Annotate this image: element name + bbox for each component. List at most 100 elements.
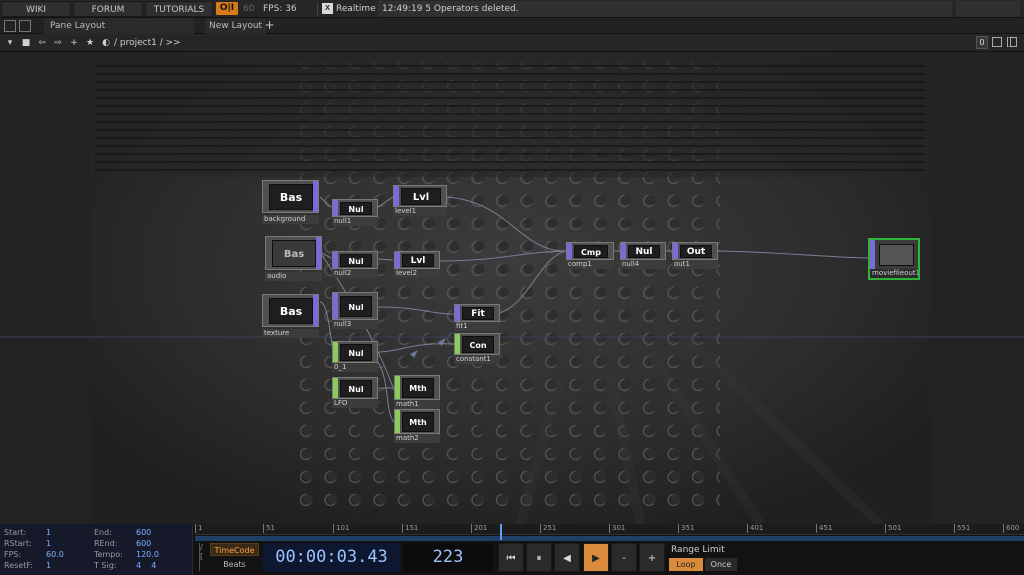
wiki-button[interactable]: WIKI <box>1 1 71 17</box>
timecode-mode-button[interactable]: TimeCode <box>210 543 259 556</box>
node-title <box>879 244 914 266</box>
frame-display[interactable]: 223 <box>403 543 493 572</box>
ruler-tick: 151 <box>402 524 418 533</box>
node-label[interactable]: null3 <box>332 320 378 329</box>
plus-icon[interactable]: + <box>67 36 81 50</box>
node-title: Bas <box>269 184 313 210</box>
realtime-label: Realtime <box>336 4 376 14</box>
node-face: Nul <box>620 242 666 260</box>
node-label[interactable]: level1 <box>393 207 447 216</box>
view-counter[interactable]: 0 <box>976 36 988 49</box>
node-face: Con <box>454 333 500 355</box>
parent-icon[interactable]: ◐ <box>99 36 113 50</box>
timeline-ruler[interactable]: 1 51 101 151 201 251 301 351 401 451 501… <box>195 524 1024 535</box>
rstart-key: RStart: <box>4 539 32 548</box>
node-label[interactable]: null2 <box>332 269 378 278</box>
node-family-strip <box>316 237 321 269</box>
start-value[interactable]: 1 <box>46 528 51 537</box>
fps-value[interactable]: 60.0 <box>46 550 64 559</box>
end-key: End: <box>94 528 112 537</box>
pane-expand-icon[interactable] <box>19 20 31 32</box>
pause-button[interactable]: ⏸ <box>526 543 552 572</box>
node-title: Nul <box>628 245 660 258</box>
maximize-icon[interactable] <box>992 37 1002 47</box>
tutorials-button[interactable]: TUTORIALS <box>145 1 213 17</box>
loop-button[interactable]: Loop <box>669 558 703 571</box>
realtime-checkbox[interactable]: x <box>322 3 333 14</box>
pane-split-icon[interactable] <box>4 20 16 32</box>
node-face: Fit <box>454 304 500 322</box>
node-face: Cmp <box>566 242 614 260</box>
node-wires <box>319 196 869 423</box>
tempo-key: Tempo: <box>94 550 123 559</box>
status-message: 12:49:19 5 Operators deleted. <box>378 1 952 17</box>
top-menu-bar: WIKI FORUM TUTORIALS O|I 60 FPS: 36 x Re… <box>0 0 1024 18</box>
end-value[interactable]: 600 <box>136 528 151 537</box>
rstart-value[interactable]: 1 <box>46 539 51 548</box>
back-arrow-icon[interactable]: ⇦ <box>35 36 49 50</box>
rewind-button[interactable]: ⏮ <box>498 543 524 572</box>
pane-layout-bar: Pane Layout New Layout + <box>0 18 1024 34</box>
node-label[interactable]: fit1 <box>454 322 500 331</box>
topbar-right-panel <box>956 1 1020 17</box>
menu-down-icon[interactable]: ▾ <box>3 36 17 50</box>
node-face: Lvl <box>394 251 440 269</box>
step-forward-button[interactable]: + <box>639 543 665 572</box>
add-layout-button[interactable]: + <box>263 19 276 33</box>
forum-button[interactable]: FORUM <box>73 1 143 17</box>
node-label[interactable]: comp1 <box>566 260 614 269</box>
ruler-tick: 501 <box>885 524 901 533</box>
node-label[interactable]: moviefileout1 <box>870 269 918 278</box>
play-backward-button[interactable]: ◀ <box>554 543 580 572</box>
node-label[interactable]: math2 <box>394 434 440 443</box>
play-forward-button[interactable]: ▶ <box>583 543 609 572</box>
node-label[interactable]: audio <box>265 272 322 281</box>
resetf-key: ResetF: <box>4 561 34 570</box>
new-layout-tab[interactable]: New Layout <box>205 18 267 34</box>
network-editor[interactable]: Bas background Bas audio Bas texture Nul… <box>0 52 1024 524</box>
node-label[interactable]: out1 <box>672 260 718 269</box>
ruler-tick: 1 <box>195 524 202 533</box>
node-face: Out <box>672 242 718 260</box>
rend-value[interactable]: 600 <box>136 539 151 548</box>
playhead[interactable] <box>500 524 502 540</box>
ruler-tick: 301 <box>609 524 625 533</box>
tempo-value[interactable]: 120.0 <box>136 550 159 559</box>
stop-icon[interactable]: ■ <box>19 36 33 50</box>
ruler-tick: 51 <box>263 524 275 533</box>
node-family-strip <box>621 243 626 259</box>
node-family-strip <box>395 410 400 433</box>
node-title: Fit <box>462 307 494 320</box>
node-label[interactable]: math1 <box>394 400 440 409</box>
fps-cap-value: 60 <box>243 4 255 14</box>
star-icon[interactable]: ★ <box>83 36 97 50</box>
ruler-tick: 101 <box>333 524 349 533</box>
timecode-display[interactable]: 00:00:03.43 <box>263 543 400 572</box>
node-family-strip <box>333 252 338 268</box>
node-label[interactable]: null1 <box>332 217 378 226</box>
node-label[interactable]: level2 <box>394 269 440 278</box>
node-label[interactable]: texture <box>262 329 319 338</box>
perform-mode-toggle[interactable]: O|I <box>216 2 238 15</box>
node-label[interactable]: constant1 <box>454 355 500 364</box>
node-title: Mth <box>402 378 434 398</box>
node-label[interactable]: null4 <box>620 260 666 269</box>
once-button[interactable]: Once <box>705 558 737 571</box>
step-back-button[interactable]: - <box>611 543 637 572</box>
node-label[interactable]: 0_1 <box>332 363 378 372</box>
node-label[interactable]: LFO <box>332 399 378 408</box>
split-view-icon[interactable] <box>1007 37 1017 47</box>
network-path[interactable]: / project1 / >> <box>114 34 181 52</box>
node-title: Nul <box>340 296 372 317</box>
beats-mode-button[interactable]: Beats <box>210 558 259 571</box>
node-title: Nul <box>340 254 372 267</box>
node-family-strip <box>567 243 572 259</box>
pane-layout-menu[interactable]: Pane Layout <box>44 18 194 34</box>
resetf-value[interactable]: 1 <box>46 561 51 570</box>
node-face: moviefileout1 <box>868 238 920 280</box>
node-label[interactable]: background <box>262 215 319 224</box>
forward-arrow-icon[interactable]: ⇨ <box>51 36 65 50</box>
node-title: Con <box>462 336 494 353</box>
timeline-range-bar[interactable] <box>195 536 1024 541</box>
tsig-value[interactable]: 4 4 <box>136 561 156 570</box>
